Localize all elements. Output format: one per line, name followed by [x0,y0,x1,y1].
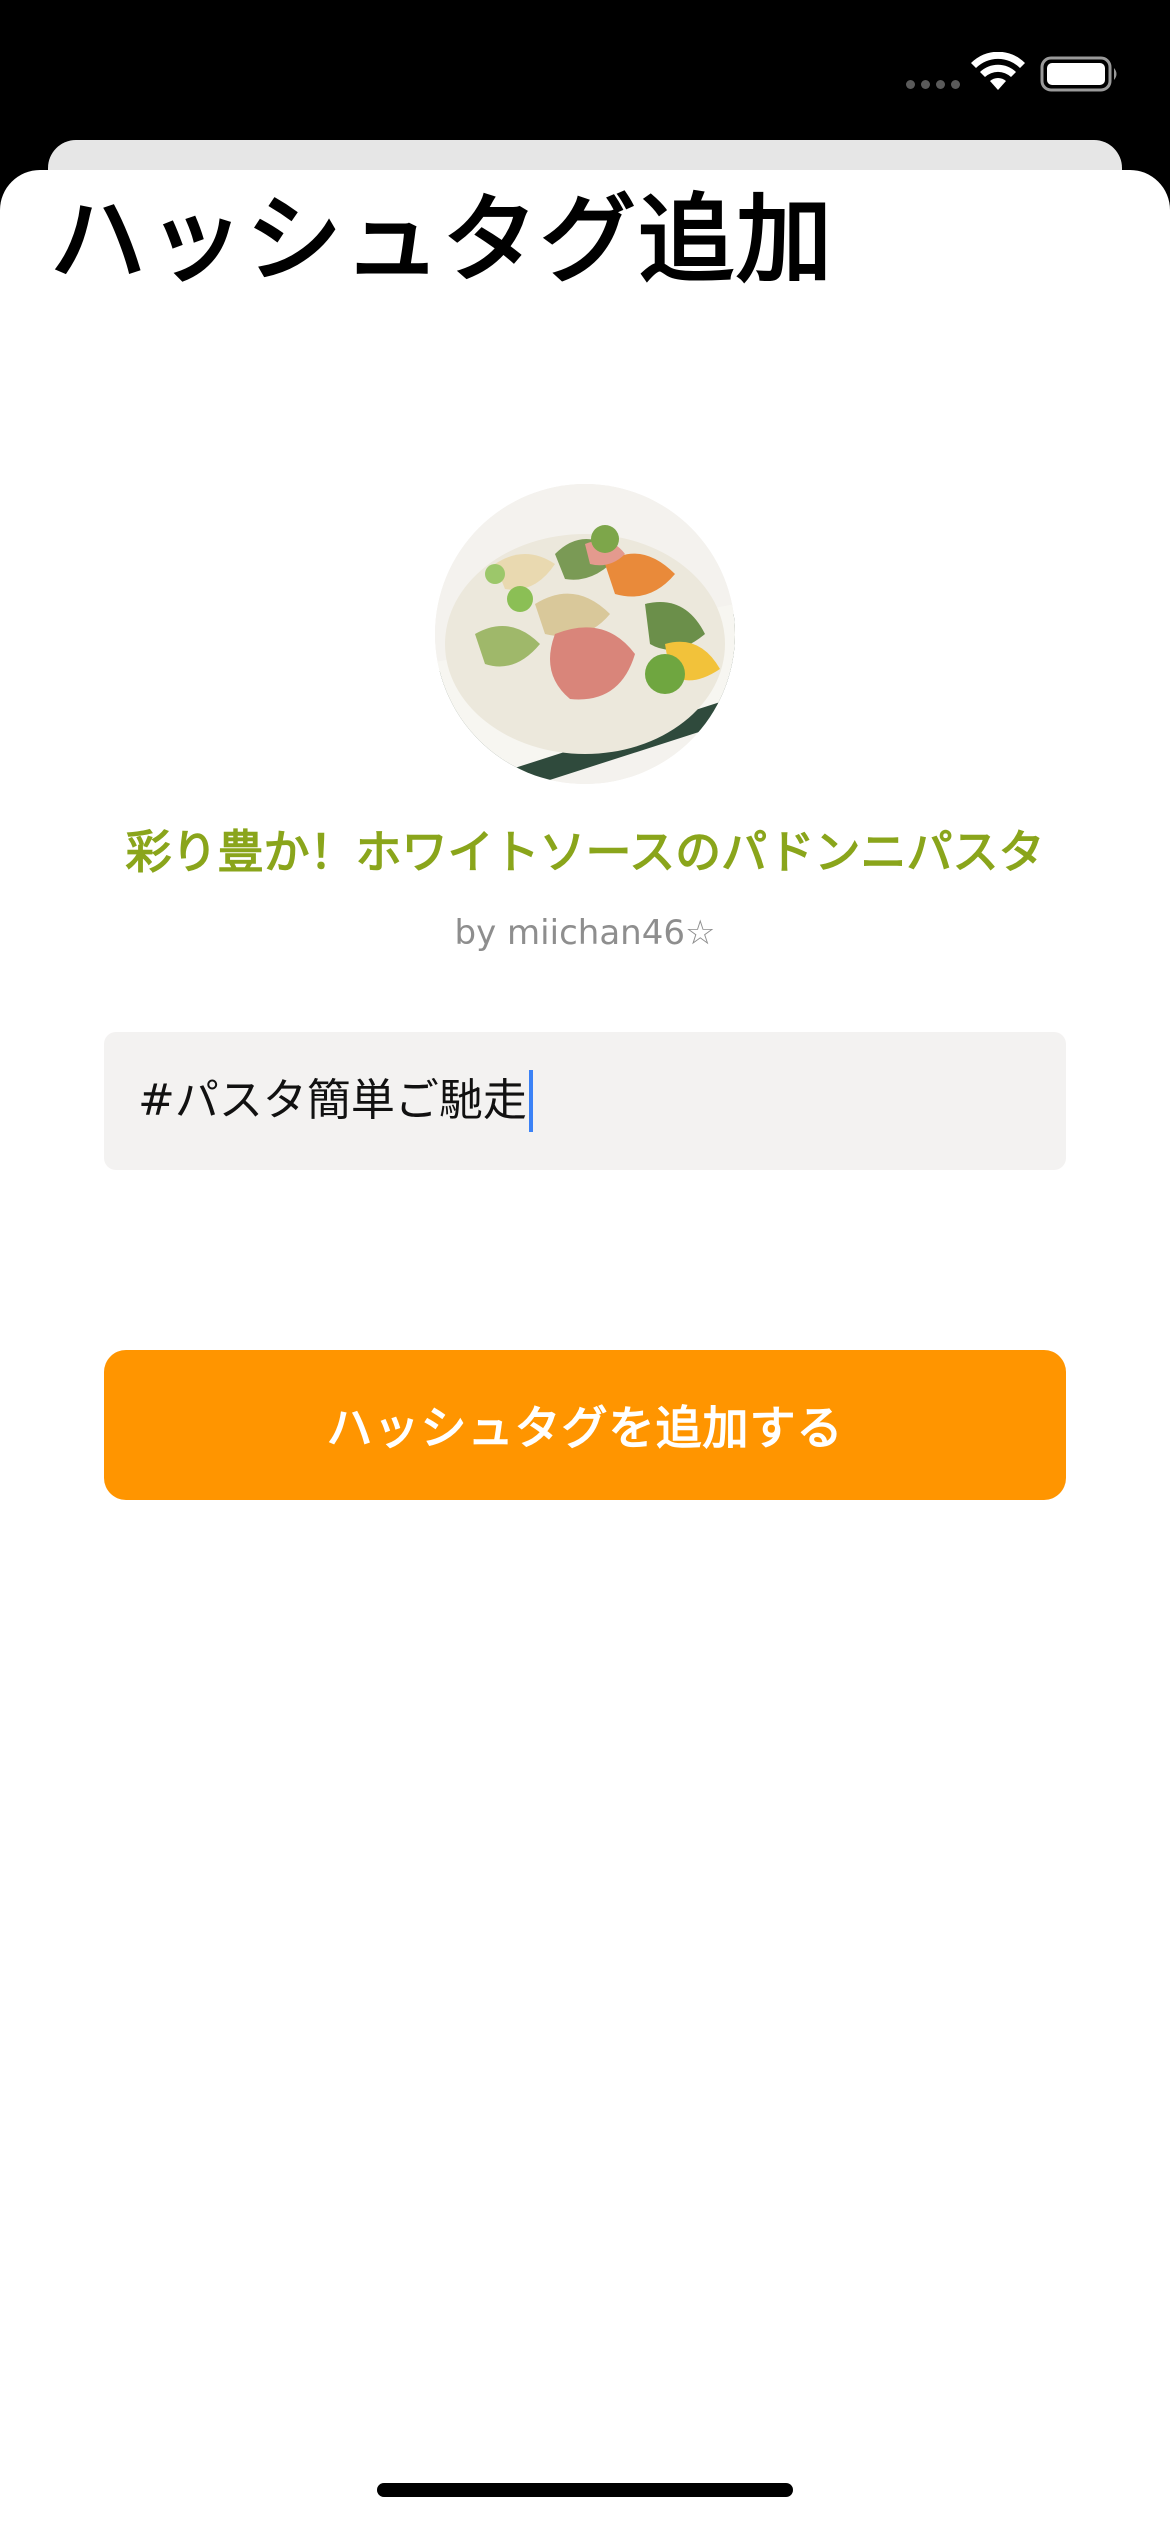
status-bar [0,0,1170,140]
add-hashtag-button[interactable]: ハッシュタグを追加する [104,1350,1066,1500]
text-cursor [528,1070,533,1132]
pasta-dish-icon [435,484,735,784]
hashtag-input[interactable]: #パスタ簡単ご馳走 [104,1032,1066,1170]
hashtag-input-value: #パスタ簡単ご馳走 [138,1075,527,1126]
page-title: ハッシュタグ追加 [50,184,834,296]
battery-icon [1040,56,1117,92]
home-indicator[interactable] [377,2483,793,2497]
recipe-author: by miichan46☆ [454,913,716,953]
cellular-signal-icon [906,80,960,89]
wifi-icon [971,52,1025,90]
recipe-photo [435,484,735,784]
recipe-title[interactable]: 彩り豊か！ホワイトソースのパドンニパスタ [0,820,1170,884]
